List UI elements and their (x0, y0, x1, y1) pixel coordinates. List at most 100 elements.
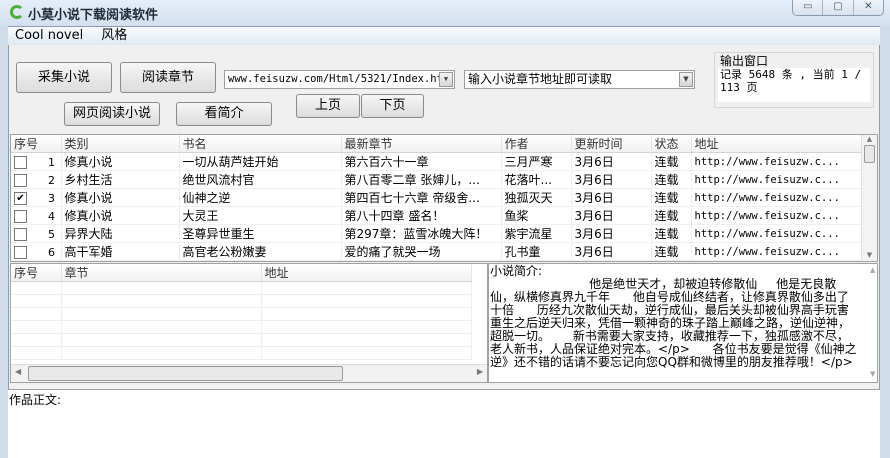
vertical-scrollbar[interactable]: ▲ ▼ (861, 135, 877, 261)
book-category: 异界大陆 (61, 224, 180, 243)
table-row[interactable]: 6 高干军婚 高官老公粉嫩妻 爱的痛了就哭一场 孔书童 3月6日 连载 http… (11, 242, 863, 261)
view-intro-button[interactable]: 看简介 (176, 102, 272, 126)
scroll-down-icon[interactable]: ▼ (862, 251, 877, 259)
chevron-down-icon[interactable]: ▼ (439, 72, 453, 87)
book-status: 连载 (651, 170, 692, 189)
scroll-thumb[interactable] (28, 366, 343, 381)
col-header-no[interactable]: 序号 (11, 264, 62, 282)
web-read-button[interactable]: 网页阅读小说 (64, 102, 160, 126)
book-author: 紫宇流星 (501, 224, 572, 243)
minimize-button[interactable]: ▭ (793, 0, 824, 15)
url-combobox[interactable]: www.feisuzw.com/Html/5321/Index.htm ▼ (224, 70, 455, 89)
book-category: 修真小说 (61, 188, 180, 207)
maximize-button[interactable]: ▢ (823, 0, 854, 15)
book-latest-chapter: 爱的痛了就哭一场 (341, 242, 502, 261)
app-icon (10, 5, 24, 19)
book-update-time: 3月6日 (571, 206, 652, 225)
book-latest-chapter: 第八百零二章 张婶儿，... (341, 170, 502, 189)
intro-textarea[interactable]: 小说简介: 他是绝世天才，却被迫转修散仙 他是无良散仙，纵横修真界九千年 他自号… (488, 263, 878, 383)
book-url: http://www.feisuzw.c... (691, 242, 863, 261)
book-latest-chapter: 第四百七十六章 帝级舍... (341, 188, 502, 207)
row-checkbox[interactable] (14, 245, 27, 259)
book-status: 连载 (651, 224, 692, 243)
row-checkbox[interactable] (14, 227, 27, 241)
row-number: 1 (48, 155, 55, 169)
chapter-empty-row (11, 294, 472, 308)
book-name: 仙神之逆 (179, 188, 342, 207)
row-select: 4 (11, 206, 62, 225)
row-number: 3 (48, 191, 55, 205)
table-row[interactable]: 2 乡村生活 绝世风流村官 第八百零二章 张婶儿，... 花落叶... 3月6日… (11, 170, 863, 189)
book-author: 鱼桨 (501, 206, 572, 225)
book-status: 连载 (651, 188, 692, 207)
row-select: 1 (11, 152, 62, 171)
book-latest-chapter: 第297章：蓝雪冰魄大阵！ (341, 224, 502, 243)
col-header-no[interactable]: 序号 (11, 135, 62, 153)
col-header-name[interactable]: 书名 (179, 135, 342, 153)
book-name: 圣尊异世重生 (179, 224, 342, 243)
col-header-status[interactable]: 状态 (651, 135, 692, 153)
chevron-down-icon[interactable]: ▼ (679, 72, 693, 87)
book-latest-chapter: 第六百六十一章 (341, 152, 502, 171)
chapter-table: 序号 章节 地址 ◀ ▶ (10, 263, 488, 383)
row-checkbox[interactable] (14, 209, 27, 223)
output-text: 记录 5648 条 , 当前 1 / 113 页 (718, 68, 870, 102)
book-name: 绝世风流村官 (179, 170, 342, 189)
menu-cool-novel[interactable]: Cool novel (15, 27, 83, 45)
book-name: 大灵王 (179, 206, 342, 225)
menu-bar: Cool novel 风格 (8, 27, 880, 45)
scroll-left-icon[interactable]: ◀ (15, 367, 21, 376)
menu-style[interactable]: 风格 (101, 27, 127, 45)
scroll-right-icon[interactable]: ▶ (477, 367, 483, 376)
table-row[interactable]: 5 异界大陆 圣尊异世重生 第297章：蓝雪冰魄大阵！ 紫宇流星 3月6日 连载… (11, 224, 863, 243)
book-category: 修真小说 (61, 152, 180, 171)
book-update-time: 3月6日 (571, 170, 652, 189)
scroll-thumb[interactable] (864, 145, 875, 163)
chapter-empty-row (11, 281, 472, 295)
book-url: http://www.feisuzw.c... (691, 224, 863, 243)
scroll-down-icon[interactable]: ▼ (870, 370, 875, 378)
col-header-author[interactable]: 作者 (501, 135, 572, 153)
col-header-url[interactable]: 地址 (261, 264, 472, 282)
row-select: 5 (11, 224, 62, 243)
row-checkbox[interactable]: ✔ (14, 191, 27, 205)
col-header-category[interactable]: 类别 (61, 135, 180, 153)
close-button[interactable]: ✕ (854, 0, 883, 15)
row-checkbox[interactable] (14, 173, 27, 187)
table-row[interactable]: 1 修真小说 一切从葫芦娃开始 第六百六十一章 三月严寒 3月6日 连载 htt… (11, 152, 863, 171)
chapter-url-combobox[interactable]: 输入小说章节地址即可读取 ▼ (464, 70, 695, 89)
row-checkbox[interactable] (14, 155, 27, 169)
col-header-url[interactable]: 地址 (691, 135, 863, 153)
book-url: http://www.feisuzw.c... (691, 188, 863, 207)
prev-page-button[interactable]: 上页 (296, 94, 360, 118)
book-update-time: 3月6日 (571, 224, 652, 243)
collect-novel-button[interactable]: 采集小说 (16, 62, 112, 93)
row-number: 6 (48, 245, 55, 259)
row-select: 2 (11, 170, 62, 189)
book-update-time: 3月6日 (571, 242, 652, 261)
table-row[interactable]: ✔ 3 修真小说 仙神之逆 第四百七十六章 帝级舍... 独孤灭天 3月6日 连载… (11, 188, 863, 207)
book-name: 一切从葫芦娃开始 (179, 152, 342, 171)
chapter-empty-row (11, 333, 472, 347)
book-update-time: 3月6日 (571, 152, 652, 171)
next-page-button[interactable]: 下页 (361, 94, 424, 118)
table-row[interactable]: 4 修真小说 大灵王 第八十四章 盛名！ 鱼桨 3月6日 连载 http://w… (11, 206, 863, 225)
book-category: 乡村生活 (61, 170, 180, 189)
col-header-latest[interactable]: 最新章节 (341, 135, 502, 153)
book-author: 花落叶... (501, 170, 572, 189)
col-header-time[interactable]: 更新时间 (571, 135, 652, 153)
read-chapter-button[interactable]: 阅读章节 (120, 62, 216, 93)
chapter-empty-row (11, 307, 472, 321)
chapter-empty-row (11, 346, 472, 360)
content-textarea[interactable]: 作品正文: (8, 389, 880, 458)
book-author: 三月严寒 (501, 152, 572, 171)
book-name: 高官老公粉嫩妻 (179, 242, 342, 261)
book-status: 连载 (651, 152, 692, 171)
chapter-url-value: 输入小说章节地址即可读取 (468, 72, 613, 86)
scroll-up-icon[interactable]: ▲ (870, 266, 875, 274)
book-status: 连载 (651, 242, 692, 261)
col-header-chapter[interactable]: 章节 (61, 264, 262, 282)
row-number: 5 (48, 227, 55, 241)
scroll-up-icon[interactable]: ▲ (862, 135, 877, 143)
horizontal-scrollbar[interactable]: ◀ ▶ (11, 364, 487, 382)
